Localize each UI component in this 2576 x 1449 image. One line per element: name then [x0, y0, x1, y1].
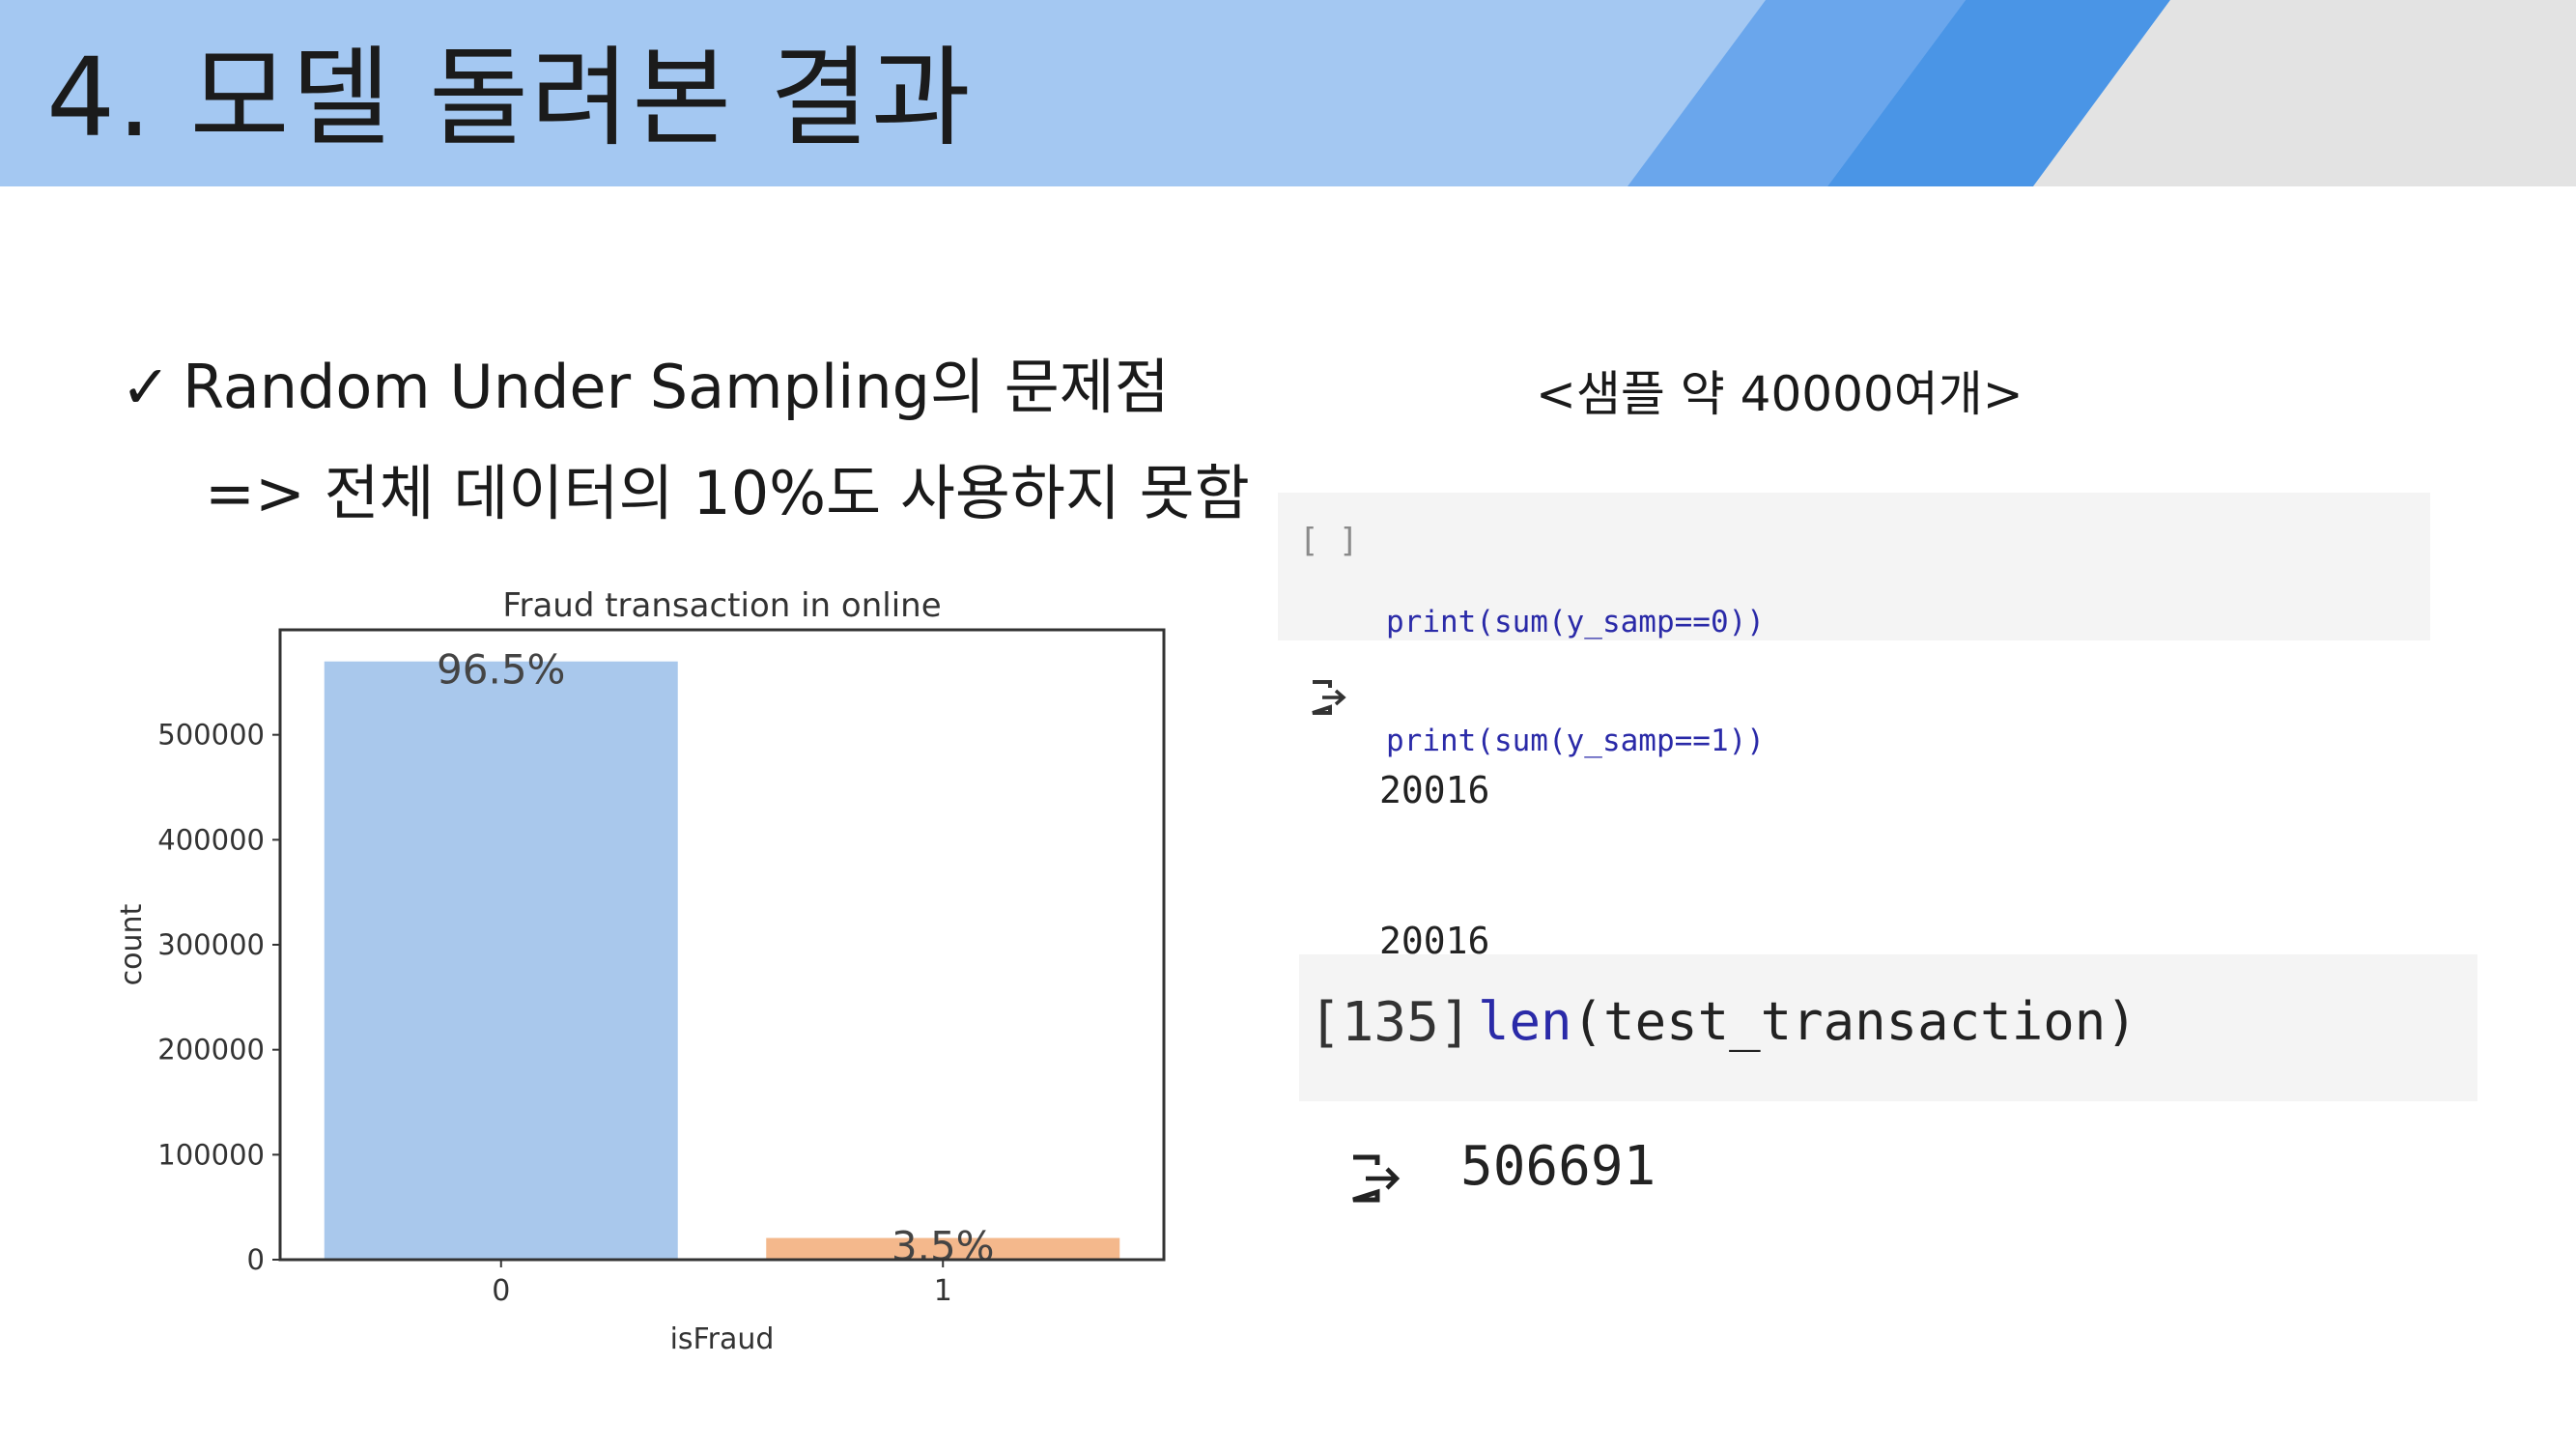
x-tick-label: 1 — [934, 1274, 952, 1308]
cell-1-line-1: print(sum(y_samp==0)) — [1386, 605, 1765, 639]
x-axis-label: isFraud — [670, 1322, 775, 1356]
chart-title: Fraud transaction in online — [502, 586, 941, 625]
cell-2-code-arg: (test_transaction) — [1571, 991, 2137, 1052]
fraud-bar-chart: Fraud transaction in online96.5%03.5%101… — [115, 586, 1166, 1356]
code-cell-1[interactable]: [ ] print(sum(y_samp==0)) print(sum(y_sa… — [1278, 493, 2430, 758]
cell-1-prompt: [ ] — [1299, 522, 1359, 560]
output-arrow-icon[interactable] — [1348, 1150, 1402, 1208]
cell-2-output: 506691 — [1460, 1135, 1656, 1198]
cell-1-output-line-1: 20016 — [1379, 769, 1490, 811]
y-tick-label: 400000 — [157, 823, 265, 856]
y-tick-label: 300000 — [157, 928, 265, 961]
cell-2-code-fn: len — [1478, 991, 1572, 1052]
cell-2-code[interactable]: len(test_transaction) — [1478, 991, 2137, 1052]
sub-point: => 전체 데이터의 10%도 사용하지 못함 — [205, 458, 1250, 528]
page-title: 4. 모델 돌려본 결과 — [46, 36, 973, 161]
x-tick-label: 0 — [492, 1274, 510, 1308]
bar-0 — [324, 661, 678, 1260]
sample-note: <샘플 약 40000여개> — [1536, 366, 2024, 422]
output-arrow-icon[interactable] — [1309, 676, 1347, 719]
y-tick-label: 0 — [247, 1243, 265, 1276]
y-tick-label: 200000 — [157, 1034, 265, 1066]
cell-2-prompt: [135] — [1309, 991, 1472, 1054]
y-tick-label: 500000 — [157, 719, 265, 752]
checkmark-icon: ✓ — [121, 352, 171, 422]
header-band: 4. 모델 돌려본 결과 — [0, 0, 2576, 186]
bullet-point: ✓ Random Under Sampling의 문제점 — [121, 346, 1170, 429]
y-tick-label: 100000 — [157, 1138, 265, 1171]
bar-label-0: 96.5% — [437, 646, 565, 694]
code-cell-2[interactable]: [135] len(test_transaction) — [1299, 954, 2477, 1101]
bullet-text: Random Under Sampling의 문제점 — [183, 352, 1170, 422]
y-axis-label: count — [115, 903, 149, 985]
